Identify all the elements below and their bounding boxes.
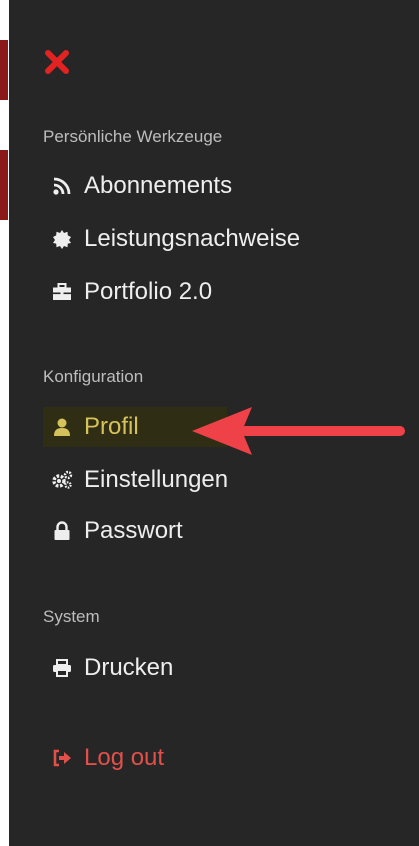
lock-icon [51,520,73,542]
briefcase-icon [51,281,73,303]
menu-item-leistungsnachweise[interactable]: Leistungsnachweise [51,219,300,259]
menu-item-portfolio[interactable]: Portfolio 2.0 [51,272,212,312]
page: Persönliche Werkzeuge Abonnements Leistu… [0,0,419,846]
close-menu-button[interactable] [43,48,71,76]
menu-item-passwort[interactable]: Passwort [51,511,183,551]
annotation-arrow-icon [192,407,405,455]
menu-item-abonnements[interactable]: Abonnements [51,166,232,206]
menu-item-einstellungen[interactable]: Einstellungen [51,460,228,500]
rss-icon [51,175,73,197]
menu-item-drucken[interactable]: Drucken [51,648,173,688]
menu-item-label: Profil [84,413,139,440]
cogs-icon [51,469,73,491]
certificate-icon [51,228,73,250]
logout-link[interactable]: Log out [51,738,164,778]
section-title-configuration: Konfiguration [43,367,144,386]
print-icon [51,657,73,679]
logout-label: Log out [84,744,165,771]
background-red-mark [0,40,8,100]
menu-item-label: Abonnements [84,172,233,199]
menu-item-label: Drucken [84,654,174,681]
section-title-system: System [43,607,100,626]
menu-item-label: Portfolio 2.0 [84,278,213,305]
user-icon [51,416,73,438]
close-icon [45,50,69,74]
sign-out-icon [51,747,73,769]
section-title-personal-tools: Persönliche Werkzeuge [43,127,223,146]
menu-item-label: Passwort [84,517,183,544]
background-red-mark [0,150,8,220]
menu-item-label: Einstellungen [84,466,229,493]
menu-item-label: Leistungsnachweise [84,225,301,252]
